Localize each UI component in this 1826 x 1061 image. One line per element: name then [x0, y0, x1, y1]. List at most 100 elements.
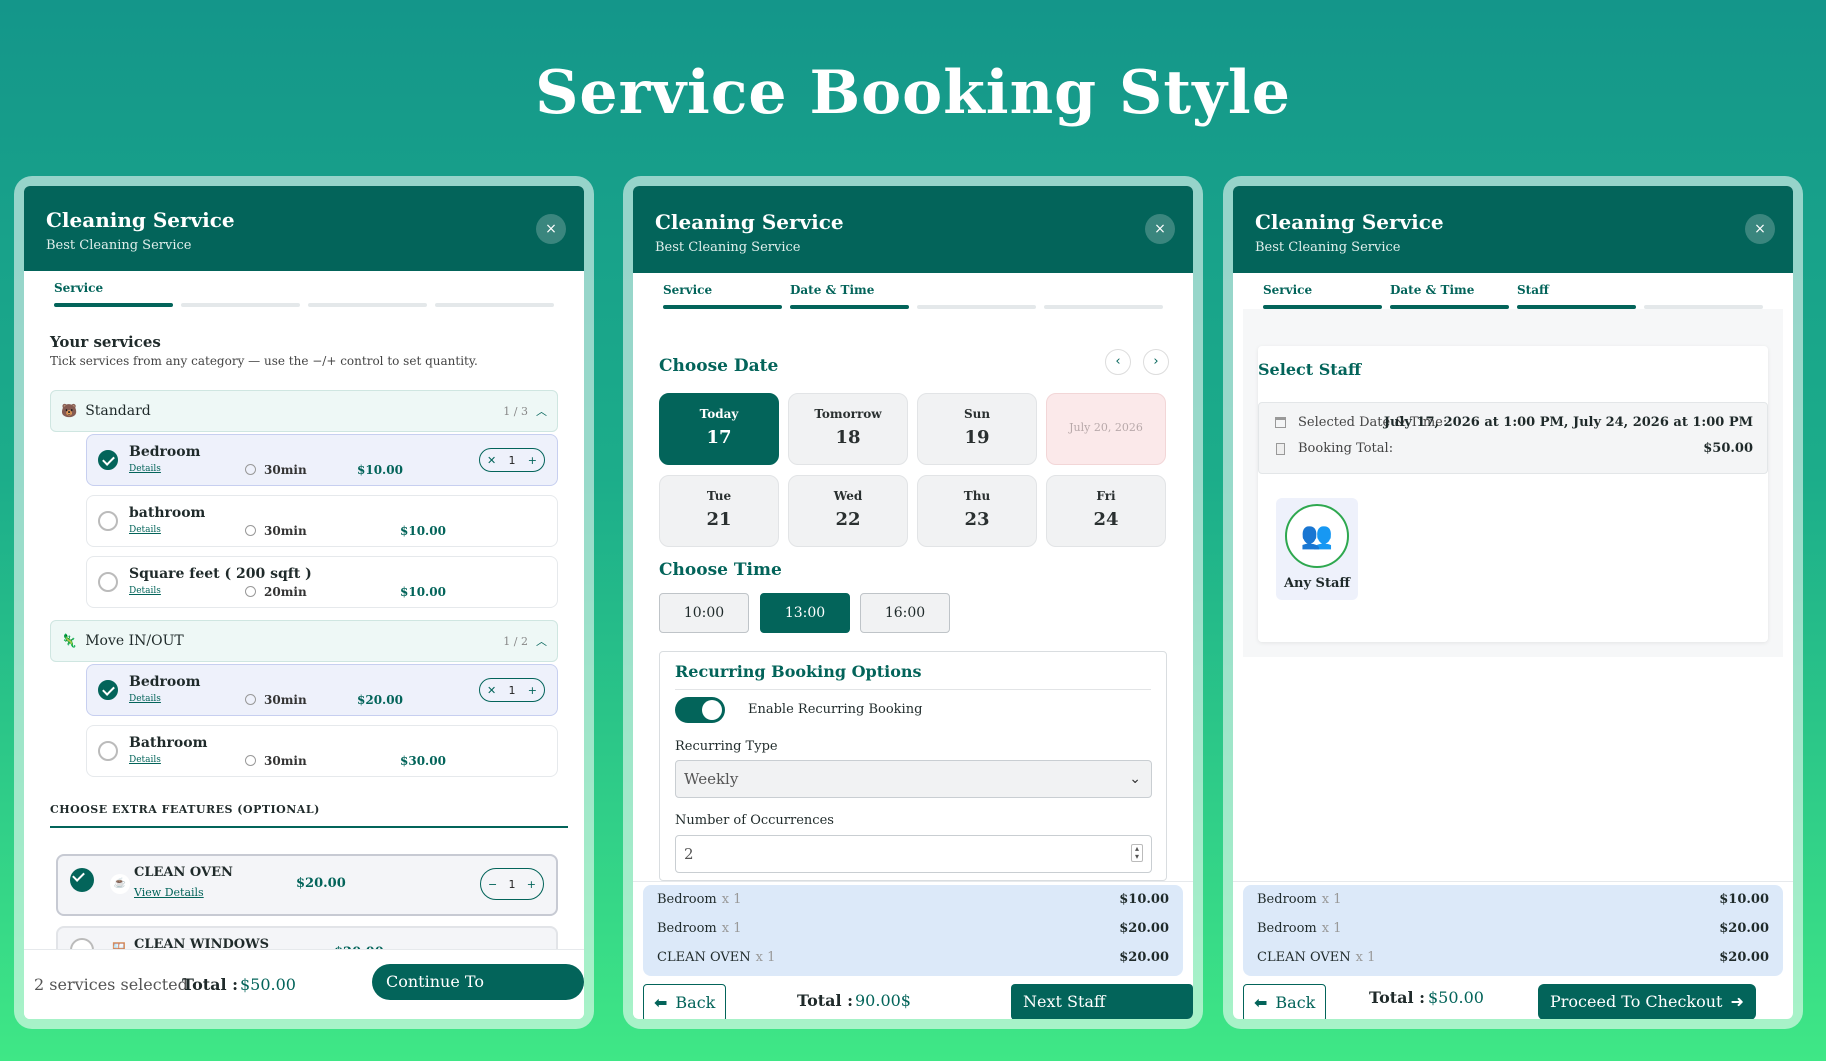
recurring-toggle[interactable] — [675, 697, 725, 723]
category-standard[interactable]: 🐻 Standard 1 / 3 ︿ — [50, 390, 558, 432]
step-staff[interactable]: Staff — [1517, 283, 1636, 309]
recurring-title: Recurring Booking Options — [675, 662, 1151, 690]
step-service[interactable]: Service — [54, 281, 173, 307]
minus-icon[interactable]: − — [488, 878, 497, 891]
panel-services: Cleaning Service Best Cleaning Service ×… — [14, 176, 594, 1029]
checkbox[interactable] — [98, 511, 118, 531]
checkbox[interactable] — [98, 572, 118, 592]
summary-row: CLEAN OVEN x 1 $20.00 — [657, 950, 1169, 965]
arrow-right-icon: ➜ — [468, 1008, 483, 1019]
checkbox-checked[interactable] — [98, 680, 118, 700]
summary-row: CLEAN OVEN x 1 $20.00 — [1257, 950, 1769, 965]
quantity-stepper[interactable]: −1 + — [480, 868, 544, 900]
panel-header: Cleaning Service Best Cleaning Service × — [633, 186, 1193, 273]
plus-icon[interactable]: + — [527, 878, 536, 891]
date-option[interactable]: Tomorrow 18 — [788, 393, 908, 465]
step-progress: Service — [24, 271, 584, 307]
checkbox-checked[interactable] — [98, 450, 118, 470]
toggle-label: Enable Recurring Booking — [748, 702, 923, 717]
category-name: Move IN/OUT — [85, 633, 184, 649]
back-button[interactable]: ⬅ Back — [1243, 984, 1327, 1019]
chevron-right-icon[interactable]: › — [1143, 349, 1169, 375]
date-option[interactable]: Today 17 — [659, 393, 779, 465]
service-duration: 30min — [245, 754, 307, 768]
time-option[interactable]: 16:00 — [860, 593, 950, 633]
selected-dt-value: July 17, 2026 at 1:00 PM, July 24, 2026 … — [1383, 415, 1753, 430]
booking-info: Selected Date & Time: July 17, 2026 at 1… — [1258, 402, 1768, 474]
step-service[interactable]: Service — [663, 283, 782, 309]
details-link[interactable]: Details — [129, 586, 161, 596]
date-option[interactable]: Fri 24 — [1046, 475, 1166, 547]
checkbox-checked[interactable] — [70, 868, 94, 892]
chevron-up-icon[interactable]: ︿ — [536, 403, 547, 419]
clock-icon — [245, 586, 256, 597]
panel-footer: 2 services selected Total : $50.00 Conti… — [24, 949, 584, 1019]
extra-item[interactable]: ☕ CLEAN OVEN View Details $20.00 −1 + — [56, 854, 558, 916]
staff-option-any[interactable]: 👥 Any Staff — [1276, 498, 1358, 600]
minus-icon[interactable]: ✕ — [487, 454, 496, 467]
staff-card: Select Staff Selected Date & Time: July … — [1258, 346, 1768, 642]
chevron-down-icon: ⌄ — [1129, 771, 1141, 787]
page-hero-title: Service Booking Style — [535, 58, 1291, 128]
date-option[interactable]: Tue 21 — [659, 475, 779, 547]
step-staff — [917, 283, 1036, 309]
summary-row: Bedroom x 1 $10.00 — [657, 892, 1169, 907]
panel-header: Cleaning Service Best Cleaning Service × — [1233, 186, 1793, 273]
date-option[interactable]: Thu 23 — [917, 475, 1037, 547]
recurring-type-select[interactable]: Weekly ⌄ — [675, 760, 1152, 798]
spinner-icon[interactable]: ▴ ▾ — [1131, 844, 1143, 862]
service-price: $10.00 — [400, 585, 446, 599]
details-link[interactable]: Details — [129, 755, 161, 765]
panel-title: Cleaning Service — [46, 208, 235, 232]
minus-icon[interactable]: ✕ — [487, 684, 496, 697]
next-staff-button[interactable]: Next Staff Member➜ — [1011, 984, 1193, 1019]
date-option[interactable]: Sun 19 — [917, 393, 1037, 465]
time-option-selected[interactable]: 13:00 — [760, 593, 850, 633]
service-item[interactable]: Bathroom Details 30min $30.00 — [86, 725, 558, 777]
checkbox[interactable] — [98, 741, 118, 761]
category-move-in-out[interactable]: 🦎 Move IN/OUT 1 / 2 ︿ — [50, 620, 558, 662]
service-name: Bedroom — [129, 444, 201, 460]
time-option[interactable]: 10:00 — [659, 593, 749, 633]
summary-row: Bedroom x 1 $10.00 — [1257, 892, 1769, 907]
occurrences-input[interactable]: 2 ▴ ▾ — [675, 835, 1152, 873]
step-service[interactable]: Service — [1263, 283, 1382, 309]
services-title: Your services — [50, 333, 161, 351]
quantity-stepper[interactable]: ✕ 1 + — [479, 448, 545, 472]
chevron-up-icon[interactable]: ︿ — [536, 633, 547, 649]
details-link[interactable]: Details — [129, 694, 161, 704]
view-details-link[interactable]: View Details — [134, 886, 204, 899]
service-item[interactable]: Bedroom Details 30min $20.00 ✕ 1 + — [86, 664, 558, 716]
back-button[interactable]: ⬅ Back — [643, 984, 727, 1019]
continue-button[interactable]: Continue To Schedule ➜ — [372, 964, 584, 1019]
close-button[interactable]: × — [536, 214, 566, 244]
close-button[interactable]: × — [1145, 214, 1175, 244]
service-name: bathroom — [129, 505, 206, 521]
proceed-checkout-button[interactable]: Proceed To Checkout ➜ — [1538, 984, 1756, 1019]
panel-subtitle: Best Cleaning Service — [655, 240, 801, 255]
details-link[interactable]: Details — [129, 525, 161, 535]
close-button[interactable]: × — [1745, 214, 1775, 244]
total-label: Total : — [797, 991, 854, 1010]
chevron-left-icon[interactable]: ‹ — [1105, 349, 1131, 375]
clock-icon — [245, 525, 256, 536]
date-option[interactable]: Wed 22 — [788, 475, 908, 547]
plus-icon[interactable]: + — [528, 684, 537, 697]
quantity-stepper[interactable]: ✕ 1 + — [479, 678, 545, 702]
step-datetime[interactable]: Date & Time — [1390, 283, 1509, 309]
step-datetime — [181, 281, 300, 307]
service-item[interactable]: Square feet ( 200 sqft ) Details 20min $… — [86, 556, 558, 608]
service-name: Bathroom — [129, 735, 208, 751]
choose-time-title: Choose Time — [659, 560, 782, 580]
calendar-icon — [1275, 417, 1286, 428]
service-item[interactable]: bathroom Details 30min $10.00 — [86, 495, 558, 547]
step-datetime[interactable]: Date & Time — [790, 283, 909, 309]
time-options: 10:00 13:00 16:00 — [659, 593, 1059, 633]
service-item[interactable]: Bedroom Details 30min $10.00 ✕ 1 + — [86, 434, 558, 486]
arrow-left-icon: ⬅ — [1254, 993, 1268, 1012]
plus-icon[interactable]: + — [528, 454, 537, 467]
category-count: 1 / 3 — [503, 404, 528, 418]
panel-title: Cleaning Service — [1255, 210, 1444, 234]
recurring-type-label: Recurring Type — [675, 739, 778, 754]
details-link[interactable]: Details — [129, 464, 161, 474]
